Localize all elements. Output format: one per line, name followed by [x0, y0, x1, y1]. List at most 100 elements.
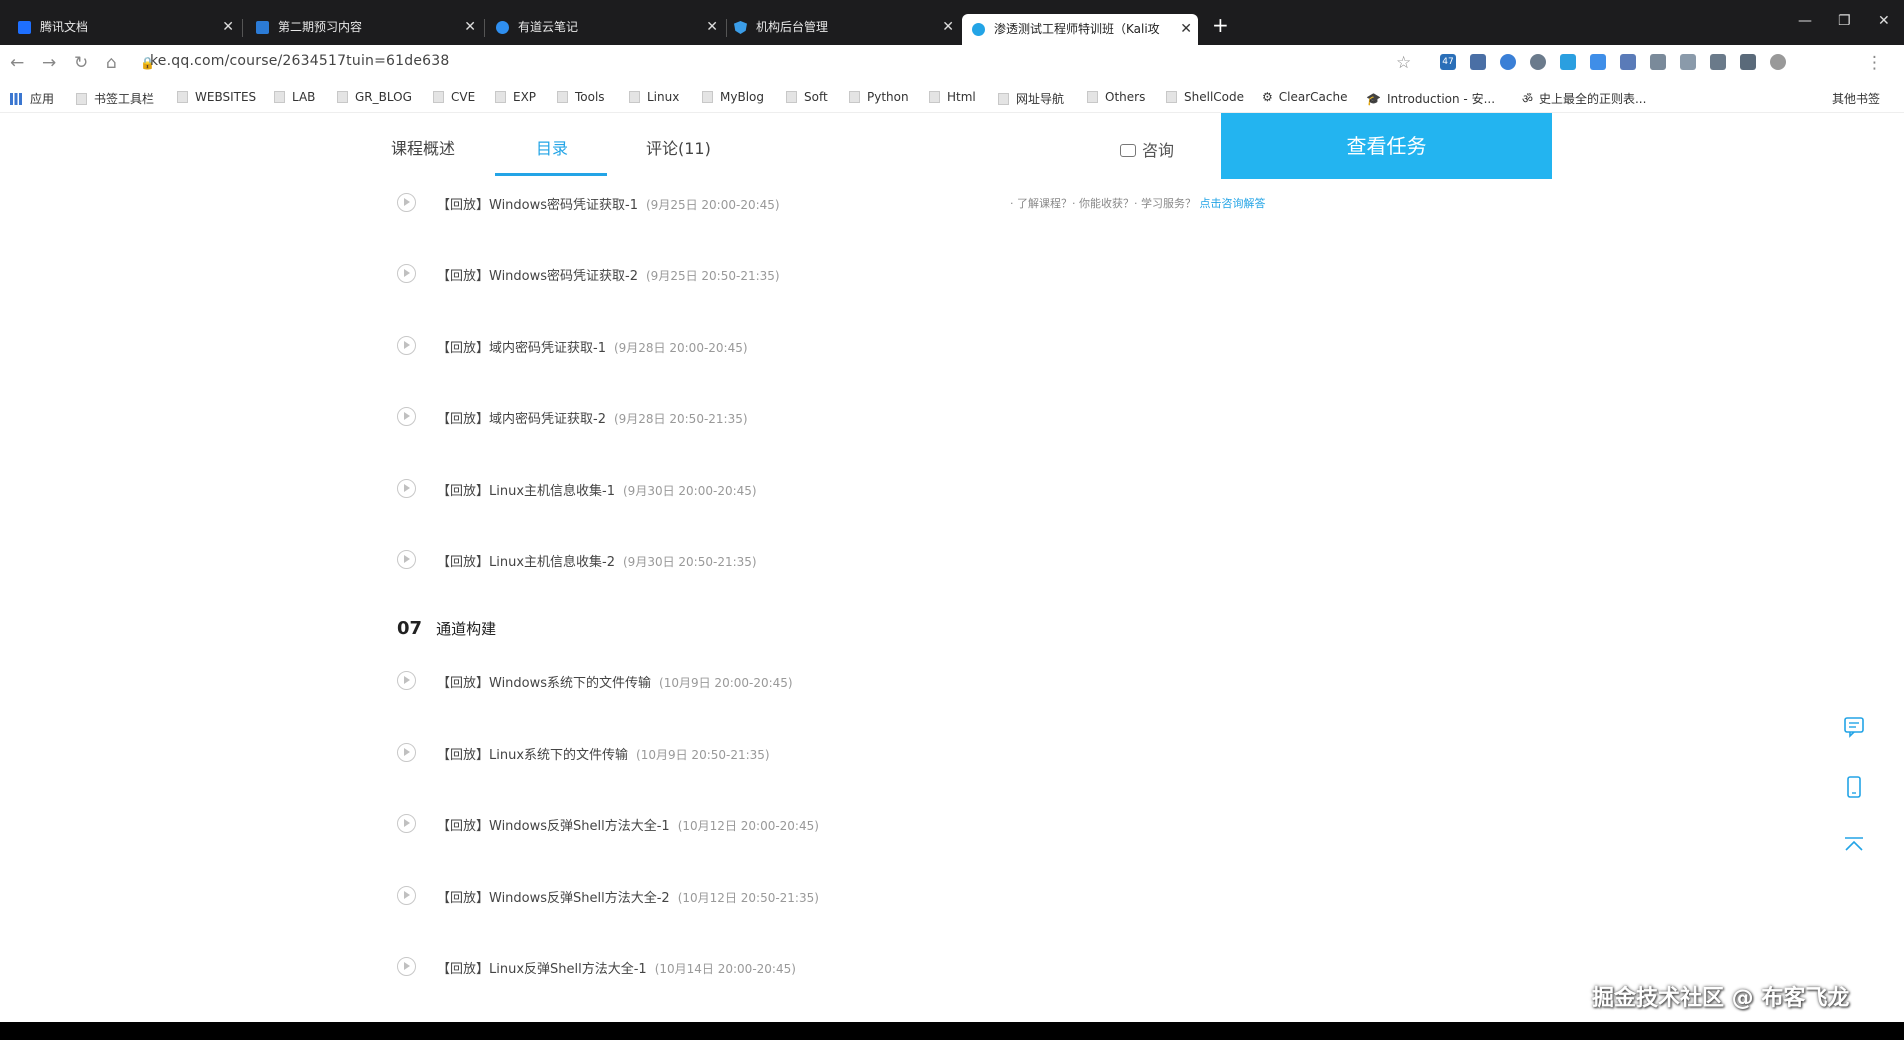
lesson-time: (9月28日 20:50-21:35)	[613, 412, 748, 426]
bookmark-star-icon[interactable]: ☆	[1396, 53, 1411, 73]
bookmark-introduction[interactable]: 🎓 Introduction - 安...	[1366, 90, 1495, 107]
tab-catalog[interactable]: 目录	[536, 135, 568, 159]
message-icon[interactable]	[1843, 716, 1865, 738]
tab-tencent-docs[interactable]: 腾讯文档 ✕	[0, 12, 240, 45]
gear-icon[interactable]	[1530, 54, 1546, 70]
extension-icon[interactable]	[1650, 54, 1666, 70]
bookmarks-bar: 应用 书签工具栏 WEBSITES LAB GR_BLOG CVE EXP To…	[0, 83, 1904, 113]
folder-icon	[495, 91, 506, 103]
home-icon[interactable]: ⌂	[106, 53, 117, 73]
folder-icon	[998, 93, 1009, 105]
lesson-time: (10月9日 20:00-20:45)	[659, 676, 793, 690]
bookmark-other[interactable]: 其他书签	[1832, 90, 1880, 107]
bookmark-folder[interactable]: Soft	[786, 90, 828, 104]
bookmark-apps[interactable]: 应用	[10, 90, 54, 107]
play-icon	[397, 479, 416, 498]
lesson-time: (9月25日 20:50-21:35)	[646, 269, 780, 283]
bookmark-folder[interactable]: MyBlog	[702, 90, 764, 104]
play-icon	[397, 957, 416, 976]
folder-icon	[702, 91, 713, 103]
gear-icon: ⚙	[1262, 90, 1273, 104]
extension-icon[interactable]	[1740, 54, 1756, 70]
tab-course-overview[interactable]: 课程概述	[391, 135, 455, 159]
avatar[interactable]	[1770, 54, 1786, 70]
bookmark-folder[interactable]: EXP	[495, 90, 536, 104]
tab-title: 第二期预习内容	[278, 20, 363, 34]
bookmark-folder[interactable]: CVE	[433, 90, 475, 104]
bookmark-regex[interactable]: ॐ 史上最全的正则表...	[1522, 90, 1646, 107]
lesson-time: (9月30日 20:00-20:45)	[623, 484, 757, 498]
tab-org-admin[interactable]: 机构后台管理 ✕	[728, 12, 960, 45]
consult-link[interactable]: 点击咨询解答	[1199, 197, 1265, 210]
bookmark-folder[interactable]: ShellCode	[1166, 90, 1244, 104]
folder-icon	[786, 91, 797, 103]
tab-title: 腾讯文档	[40, 20, 89, 34]
bookmark-folder[interactable]: 书签工具栏	[76, 90, 154, 107]
close-icon[interactable]: ✕	[706, 12, 718, 42]
lesson-time: (10月9日 20:50-21:35)	[636, 748, 770, 762]
tab-title: 机构后台管理	[756, 20, 829, 34]
filter-icon[interactable]	[1560, 54, 1576, 70]
bookmark-folder[interactable]: 网址导航	[998, 90, 1064, 107]
lesson-time: (9月28日 20:00-20:45)	[613, 341, 748, 355]
extension-icon[interactable]	[1590, 54, 1606, 70]
lesson-title: 【回放】Windows密码凭证获取-1	[437, 198, 638, 213]
lesson-time: (10月12日 20:00-20:45)	[677, 819, 819, 833]
play-icon	[397, 886, 416, 905]
bookmark-folder[interactable]: Linux	[629, 90, 679, 104]
tab-comments[interactable]: 评论(11)	[646, 135, 711, 159]
lesson-title: 【回放】Linux反弹Shell方法大全-1	[437, 962, 647, 977]
url-input[interactable]: ke.qq.com/course/2634517tuin=61de638	[150, 53, 449, 69]
extension-badge-icon[interactable]: 47	[1440, 54, 1456, 70]
lesson-time: (9月30日 20:50-21:35)	[623, 555, 757, 569]
lesson-title: 【回放】域内密码凭证获取-2	[437, 412, 606, 427]
bookmark-folder[interactable]: Tools	[557, 90, 605, 104]
bookmark-folder[interactable]: Others	[1087, 90, 1145, 104]
folder-icon	[177, 91, 188, 103]
menu-icon[interactable]: ⋮	[1866, 53, 1883, 73]
course-page: 课程概述 目录 评论(11) 咨询 查看任务 · 了解课程？· 你能收获？· 学…	[0, 113, 1904, 1022]
tab-divider	[484, 19, 485, 37]
extension-icon[interactable]	[1500, 54, 1516, 70]
minimize-icon[interactable]: —	[1798, 13, 1812, 29]
lesson-title: 【回放】Linux主机信息收集-2	[437, 555, 615, 570]
consult-button[interactable]: 咨询	[1120, 137, 1174, 161]
bookmark-folder[interactable]: GR_BLOG	[337, 90, 412, 104]
bookmark-folder[interactable]: WEBSITES	[177, 90, 256, 104]
tab-preview-content[interactable]: 第二期预习内容 ✕	[244, 12, 482, 45]
lesson-title: 【回放】Windows密码凭证获取-2	[437, 269, 638, 284]
extension-icon[interactable]	[1710, 54, 1726, 70]
close-icon[interactable]: ✕	[942, 12, 954, 42]
extension-icon[interactable]	[1620, 54, 1636, 70]
close-icon[interactable]: ✕	[464, 12, 476, 42]
doc-icon	[256, 21, 269, 34]
back-icon[interactable]: ←	[10, 53, 24, 73]
play-icon	[397, 743, 416, 762]
play-icon	[397, 814, 416, 833]
address-bar: ← → ↻ ⌂ 🔒 ke.qq.com/course/2634517tuin=6…	[0, 45, 1904, 83]
lesson-title: 【回放】Windows系统下的文件传输	[437, 676, 652, 691]
new-tab-button[interactable]: +	[1212, 13, 1229, 37]
bookmark-folder[interactable]: Html	[929, 90, 976, 104]
lesson-title: 【回放】域内密码凭证获取-1	[437, 341, 606, 356]
view-task-button[interactable]: 查看任务	[1221, 113, 1552, 179]
forward-icon[interactable]: →	[42, 53, 56, 73]
play-icon	[397, 264, 416, 283]
close-window-icon[interactable]: ✕	[1878, 13, 1890, 29]
extension-icon[interactable]	[1470, 54, 1486, 70]
reload-icon[interactable]: ↻	[74, 53, 88, 73]
bookmark-clearcache[interactable]: ⚙ ClearCache	[1262, 90, 1347, 104]
extension-icon[interactable]	[1680, 54, 1696, 70]
back-to-top-icon[interactable]	[1843, 835, 1865, 857]
tab-youdao-note[interactable]: 有道云笔记 ✕	[486, 12, 724, 45]
close-icon[interactable]: ✕	[1180, 14, 1192, 44]
bookmark-folder[interactable]: LAB	[274, 90, 315, 104]
close-icon[interactable]: ✕	[222, 12, 234, 42]
chat-icon	[1120, 144, 1136, 157]
tab-pentest-course[interactable]: 渗透测试工程师特训班（Kali攻 ✕	[962, 14, 1198, 45]
tencent-docs-icon	[18, 21, 31, 34]
bookmark-folder[interactable]: Python	[849, 90, 909, 104]
mobile-icon[interactable]	[1843, 776, 1865, 798]
restore-icon[interactable]: ❐	[1838, 13, 1851, 29]
play-icon	[397, 671, 416, 690]
